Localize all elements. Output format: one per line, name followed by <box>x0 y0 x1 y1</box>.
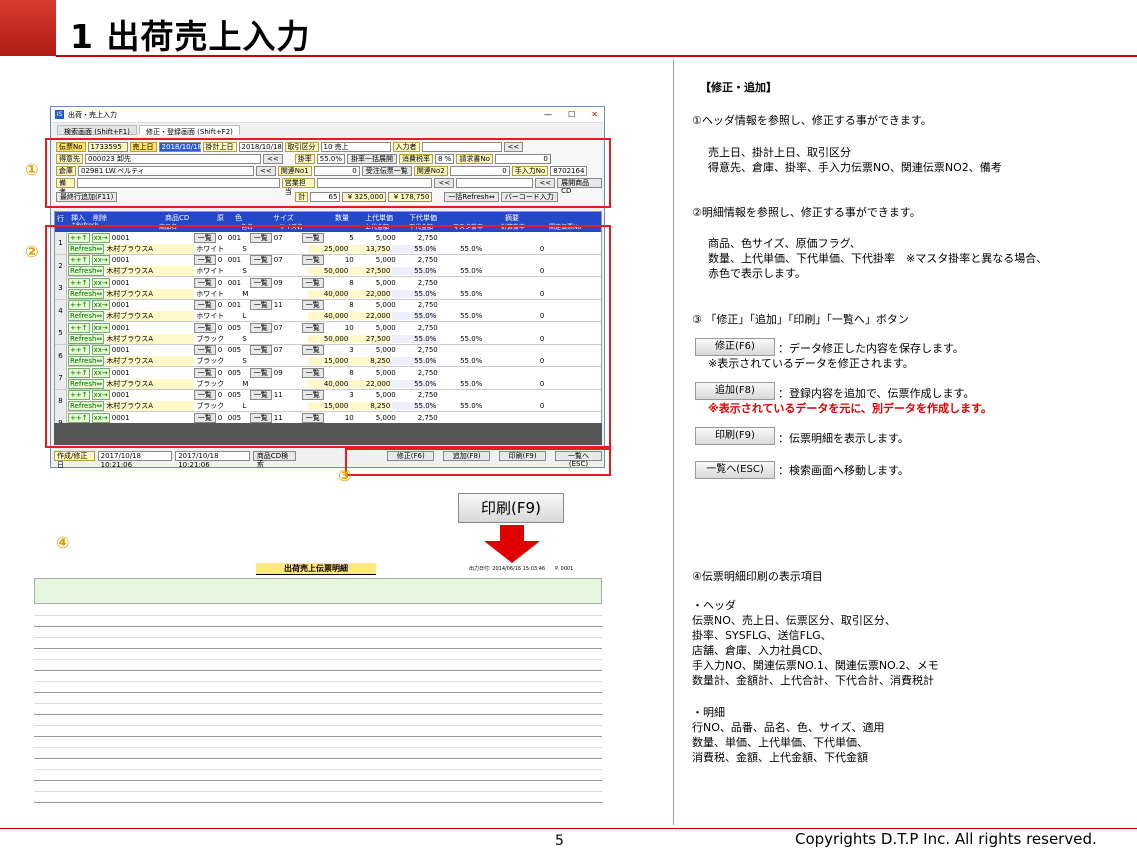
section-1-line-a: 売上日、掛計上日、取引区分 <box>708 146 851 159</box>
list-esc-sample-button[interactable]: 一覧へ(ESC) <box>695 461 775 479</box>
down-arrow-icon <box>484 525 540 563</box>
section-1: ①ヘッダ情報を参照し、修正する事ができます。 <box>692 114 932 127</box>
modify-f6-sample-button[interactable]: 修正(F6) <box>695 338 775 356</box>
section-4-detail-b: 数量、単価、上代単価、下代単価、 <box>692 736 868 749</box>
slip-row-line <box>34 748 602 759</box>
slip-row-line <box>34 660 602 671</box>
section-4: ④伝票明細印刷の表示項目 <box>692 570 823 583</box>
modified-at: 2017/10/18 10:21:06 <box>175 451 250 469</box>
slip-row-line <box>34 605 602 616</box>
add-description: ：登録内容を追加で、伝票作成します。 <box>778 387 975 400</box>
print-f9-sample-button[interactable]: 印刷(F9) <box>695 427 775 445</box>
section-2: ②明細情報を参照し、修正する事ができます。 <box>692 206 921 219</box>
slip-row-line <box>34 726 602 737</box>
marker-4: ④ <box>56 533 70 552</box>
slip-meta: 出力日付: 2014/06/16 15:03:46 P. 0001 <box>469 566 574 572</box>
section-4-header-a: 伝票NO、売上日、伝票区分、取引区分、 <box>692 614 896 627</box>
modify-note: ※表示されているデータを修正されます。 <box>708 357 914 370</box>
slip-row-line <box>34 693 602 704</box>
highlight-grid <box>45 225 611 448</box>
section-2-line-a: 商品、色サイズ、原価フラグ、 <box>708 237 861 250</box>
tab-bar: 検索画面 (Shift+F1) 修正・登録画面 (Shift+F2) <box>51 123 604 137</box>
marker-3: ③ <box>338 466 352 485</box>
title-accent-bar <box>0 0 56 56</box>
slip-row-line <box>34 737 602 748</box>
col-gen: 原 <box>217 214 224 222</box>
tab-search[interactable]: 検索画面 (Shift+F1) <box>57 125 137 136</box>
maximize-icon[interactable]: ☐ <box>568 110 575 119</box>
shohin-search-button[interactable]: 商品CD検索 <box>252 451 297 468</box>
section-2-line-b: 数量、上代単価、下代単価、下代掛率 ※マスタ掛率と異なる場合、 <box>708 252 1048 265</box>
slip-detail-rows <box>34 605 602 805</box>
title-underline <box>56 55 1137 57</box>
printed-slip: 出荷売上伝票明細 出力日付: 2014/06/16 15:03:46 P. 00… <box>34 563 602 808</box>
slip-row-line <box>34 759 602 770</box>
list-description: ：検索画面へ移動します。 <box>778 464 909 477</box>
col-qty: 数量 <box>335 214 349 222</box>
section-1-line-b: 得意先、倉庫、掛率、手入力伝票NO、関連伝票NO2、備考 <box>708 161 1002 174</box>
slip-row-line <box>34 682 602 693</box>
marker-2: ② <box>25 242 39 261</box>
tab-edit[interactable]: 修正・登録画面 (Shift+F2) <box>138 125 240 136</box>
add-note: ※表示されているデータを元に、別データを作成します。 <box>708 402 992 415</box>
window-title: 出荷・売上入力 <box>68 110 117 119</box>
section-4-header-e: 数量計、金額計、上代合計、下代合計、消費税計 <box>692 674 934 687</box>
section-2-line-c: 赤色で表示します。 <box>708 267 806 280</box>
slip-row-line <box>34 770 602 781</box>
slip-header-block <box>34 578 602 604</box>
minimize-icon[interactable]: — <box>544 110 552 119</box>
marker-1: ① <box>25 160 39 179</box>
col-gyo: 行 <box>57 215 64 223</box>
slip-row-line <box>34 781 602 792</box>
section-3: ③ 「修正」「追加」「印刷」「一覧へ」ボタン <box>692 313 909 326</box>
footer-line <box>0 828 1137 829</box>
print-description: ：伝票明細を表示します。 <box>778 432 909 445</box>
section-4-detail-c: 消費税、金額、上代金額、下代金額 <box>692 751 868 764</box>
highlight-buttons <box>345 448 611 476</box>
section-4-detail-title: ・明細 <box>692 706 725 719</box>
slip-row-line <box>34 792 602 803</box>
section-4-header-title: ・ヘッダ <box>692 599 736 612</box>
modify-description: ：データ修正した内容を保存します。 <box>778 342 964 355</box>
created-at: 2017/10/18 10:21:06 <box>97 451 173 469</box>
section-4-header-c: 店舗、倉庫、入力社員CD、 <box>692 644 830 657</box>
print-f9-illustration-button[interactable]: 印刷(F9) <box>458 493 564 523</box>
slip-row-line <box>34 649 602 660</box>
close-icon[interactable]: ✕ <box>591 110 598 119</box>
section-4-header-b: 掛率、SYSFLG、送信FLG、 <box>692 629 832 642</box>
copyright: Copyrights D.T.P Inc. All rights reserve… <box>795 830 1097 848</box>
slip-row-line <box>34 638 602 649</box>
right-heading: 【修正・追加】 <box>700 81 777 94</box>
slip-row-line <box>34 671 602 682</box>
page-number: 5 <box>555 833 564 849</box>
slip-title: 出荷売上伝票明細 <box>256 563 376 575</box>
page-title: 1 出荷売上入力 <box>70 17 311 56</box>
add-f8-sample-button[interactable]: 追加(F8) <box>695 382 775 400</box>
slip-row-line <box>34 627 602 638</box>
slip-row-line <box>34 715 602 726</box>
app-icon: IS <box>55 110 64 119</box>
slip-row-line <box>34 704 602 715</box>
highlight-header <box>45 138 611 208</box>
sakusei-label: 作成/修正日 <box>54 451 95 469</box>
section-4-detail-a: 行NO、品番、品名、色、サイズ、適用 <box>692 721 885 734</box>
column-divider <box>673 60 674 825</box>
section-4-header-d: 手入力NO、関連伝票NO.1、関連伝票NO.2、メモ <box>692 659 939 672</box>
window-titlebar: IS 出荷・売上入力 — ☐ ✕ <box>51 107 604 123</box>
slip-row-line <box>34 616 602 627</box>
